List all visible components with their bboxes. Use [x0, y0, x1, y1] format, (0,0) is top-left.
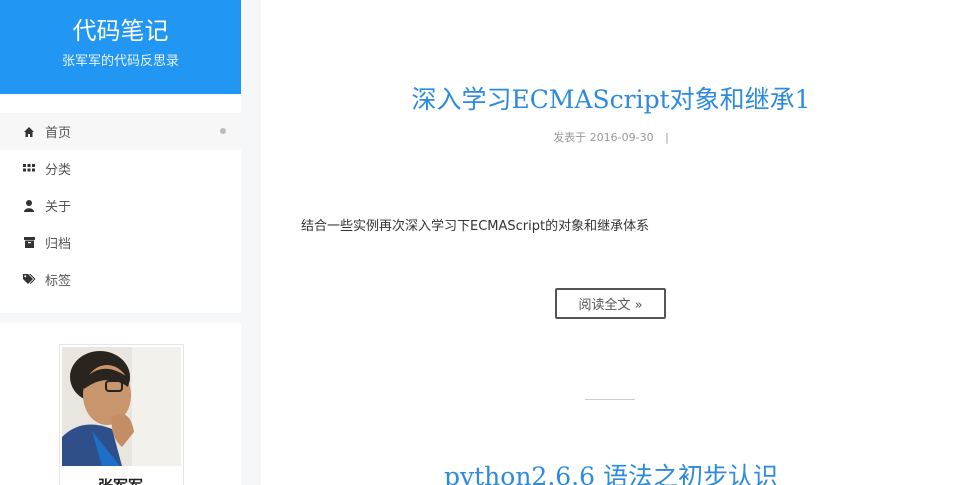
home-icon [22, 125, 36, 139]
post-title-link[interactable]: 深入学习ECMAScript对象和继承1 [261, 80, 961, 116]
menu-item-categories[interactable]: 分类 [0, 150, 241, 187]
sidebar-menu: 首页 分类 关于 归档 标签 [0, 94, 241, 313]
post-excerpt: 结合一些实例再次深入学习下ECMAScript的对象和继承体系 [301, 219, 650, 234]
post-title-link[interactable]: python2.6.6 语法之初步认识 [261, 457, 961, 485]
menu-item-home[interactable]: 首页 [0, 113, 241, 150]
active-indicator [220, 128, 226, 134]
author-profile: 张军军 [0, 323, 241, 485]
read-more-button[interactable]: 阅读全文 » [555, 288, 666, 319]
menu-item-label: 分类 [45, 163, 72, 178]
archive-icon [22, 236, 36, 250]
grid-icon [22, 162, 36, 176]
site-title[interactable]: 代码笔记 [0, 0, 241, 45]
post-meta-prefix: 发表于 [553, 131, 587, 144]
post-meta: 发表于 2016-09-30 | [261, 129, 961, 145]
menu-item-archives[interactable]: 归档 [0, 224, 241, 261]
page: 代码笔记 张军军的代码反思录 首页 分类 关于 归档 标签 深入学习ECMASc… [0, 0, 965, 485]
user-icon [22, 199, 36, 213]
main-content: 深入学习ECMAScript对象和继承1 发表于 2016-09-30 | 结合… [261, 0, 965, 485]
menu-item-label: 归档 [45, 237, 72, 252]
menu-item-label: 首页 [45, 126, 72, 141]
author-name: 张军军 [0, 475, 241, 485]
post-divider [585, 399, 635, 400]
menu-item-label: 标签 [45, 274, 72, 289]
post-date: 2016-09-30 [589, 131, 654, 144]
meta-separator: | [665, 131, 669, 144]
author-avatar [59, 344, 184, 485]
tags-icon [22, 273, 36, 287]
menu-item-label: 关于 [45, 200, 72, 215]
menu-item-tags[interactable]: 标签 [0, 261, 241, 298]
site-brand: 代码笔记 张军军的代码反思录 [0, 0, 241, 94]
site-subtitle: 张军军的代码反思录 [61, 54, 179, 69]
menu-item-about[interactable]: 关于 [0, 187, 241, 224]
